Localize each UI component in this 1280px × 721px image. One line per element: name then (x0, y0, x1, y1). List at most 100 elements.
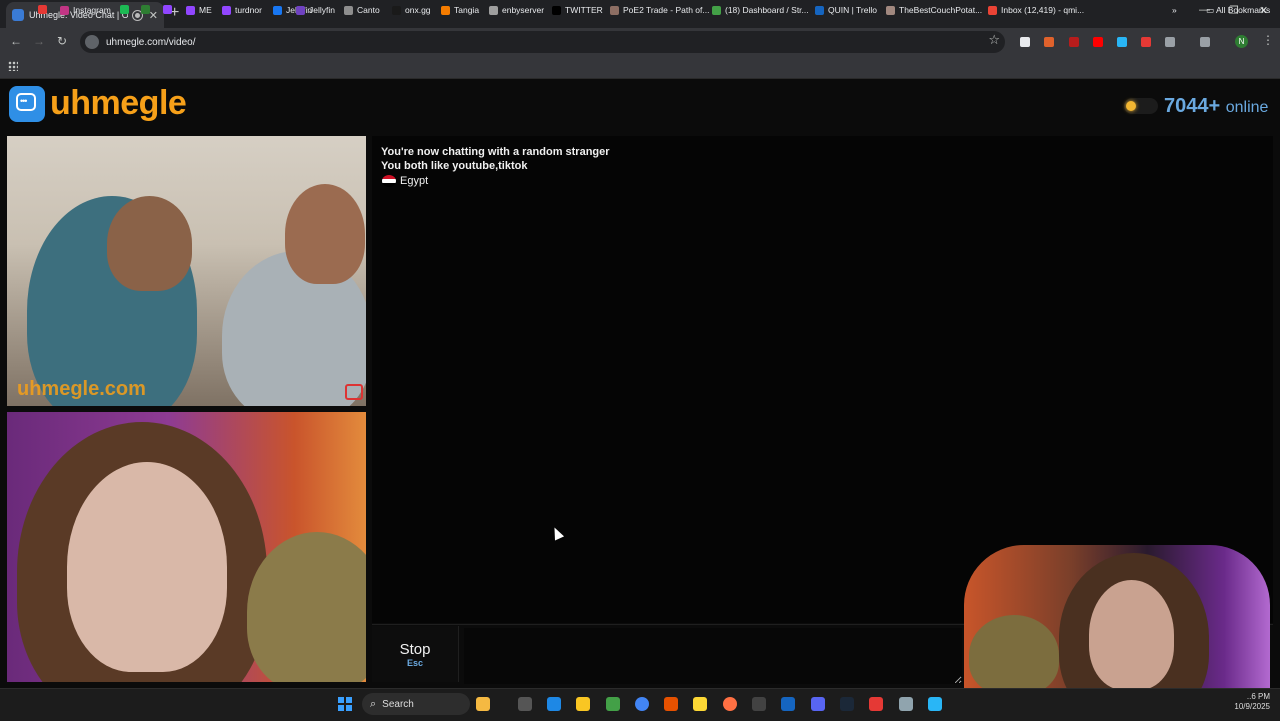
bookmark-item[interactable] (38, 5, 51, 14)
person-left-head (107, 196, 192, 291)
stop-label: Stop (399, 641, 431, 658)
sticky-notes-icon[interactable] (693, 697, 707, 711)
stranger-country: Egypt (400, 175, 429, 187)
extension-red-icon[interactable] (1069, 37, 1079, 47)
bookmark-item[interactable]: enbyserver (489, 5, 544, 15)
bookmark-favicon-icon (441, 5, 450, 15)
person-right-head (285, 184, 365, 284)
app-red-icon[interactable] (869, 697, 883, 711)
message-input[interactable] (464, 628, 962, 684)
site-logo[interactable]: uhmegle (50, 84, 187, 123)
webcam-chair (969, 615, 1059, 688)
bookmark-favicon-icon (163, 5, 172, 14)
bookmark-item[interactable]: Instagram (60, 5, 111, 15)
discord-icon[interactable] (811, 697, 825, 711)
bookmark-item[interactable]: Jellyfin (296, 5, 335, 15)
bookmark-item[interactable]: ME (186, 5, 212, 15)
uhmegle-favicon-icon (12, 9, 24, 21)
bookmark-item[interactable] (141, 5, 154, 14)
extension-tp-icon[interactable] (1141, 37, 1151, 47)
webcam-face (1089, 580, 1174, 688)
bookmark-favicon-icon (489, 5, 498, 15)
egypt-flag-icon (382, 175, 396, 187)
bookmark-label: PoE2 Trade - Path of... (623, 5, 710, 15)
bookmark-label: ME (199, 5, 212, 15)
more-bookmarks-icon[interactable]: » (1172, 5, 1177, 15)
taskbar-search[interactable]: ⌕ Search (362, 693, 470, 715)
media-app-icon[interactable] (606, 697, 620, 711)
bookmark-item[interactable]: PoE2 Trade - Path of... (610, 5, 709, 15)
chrome-icon[interactable] (635, 697, 649, 711)
extension-youtube-icon[interactable] (1093, 37, 1103, 47)
reload-icon[interactable]: ↻ (57, 34, 67, 48)
bookmark-item[interactable]: TWITTER (552, 5, 603, 15)
bookmark-label: Inbox (12,419) - qmi... (1001, 5, 1085, 15)
bookmark-label: TWITTER (565, 5, 603, 15)
bookmark-favicon-icon (186, 5, 195, 15)
sun-icon (1126, 101, 1136, 111)
task-view-icon[interactable] (518, 697, 532, 711)
address-bar[interactable]: uhmegle.com/video/ (80, 31, 1005, 53)
online-count: 7044+ online (1164, 95, 1268, 118)
bookmark-favicon-icon (38, 5, 47, 14)
stop-button[interactable]: Stop Esc (372, 626, 459, 682)
app-orange-icon[interactable] (664, 697, 678, 711)
search-icon: ⌕ (370, 697, 377, 710)
uhmegle-watermark: uhmegle.com (17, 378, 146, 400)
online-number: 7044+ (1164, 95, 1221, 117)
file-explorer-icon[interactable] (576, 697, 590, 711)
site-info-icon[interactable] (85, 35, 99, 49)
bookmark-star-icon[interactable]: ☆ (988, 32, 1000, 48)
back-icon[interactable]: ← (10, 34, 22, 48)
bookmark-favicon-icon (273, 5, 282, 15)
report-flag-icon[interactable] (345, 384, 363, 400)
bookmark-label: (18) Dashboard / Str... (725, 5, 809, 15)
bookmark-item[interactable]: Canto (344, 5, 380, 15)
app-blue-icon[interactable] (781, 697, 795, 711)
bookmark-label: Canto (357, 5, 380, 15)
bookmark-item[interactable]: TheBestCouchPotat... (886, 5, 982, 15)
profile-avatar[interactable]: N (1235, 35, 1248, 48)
extensions-puzzle-icon[interactable] (1165, 37, 1175, 47)
bookmark-item[interactable]: Tangia (441, 5, 479, 15)
browser-menu-icon[interactable]: ⋮ (1262, 33, 1274, 47)
side-panel-icon[interactable] (1200, 37, 1210, 47)
notepad-icon[interactable] (928, 697, 942, 711)
all-bookmarks-button[interactable]: ▭ All Bookmarks (1206, 5, 1270, 16)
bookmark-favicon-icon (222, 5, 231, 15)
bookmark-item[interactable] (120, 5, 133, 14)
taskbar-clock[interactable]: ..6 PM 10/9/2025 (1226, 692, 1270, 712)
bookmark-label: onx.gg (405, 5, 431, 15)
steam-icon[interactable] (840, 697, 854, 711)
chat-bubble-logo-icon[interactable] (9, 86, 45, 122)
bookmark-item[interactable]: QUIN | Trello (815, 5, 877, 15)
widgets-icon[interactable] (476, 697, 490, 711)
windows-start-icon[interactable] (338, 697, 352, 711)
browser-toolbar: ← → ↻ uhmegle.com/video/ ☆ (0, 28, 1280, 56)
bookmark-favicon-icon (610, 5, 619, 15)
bookmark-item[interactable] (163, 5, 176, 14)
obs-icon[interactable] (752, 697, 766, 711)
bookmark-item[interactable]: onx.gg (392, 5, 431, 15)
apps-grid-icon[interactable] (8, 61, 18, 71)
extension-blue-icon[interactable] (1117, 37, 1127, 47)
bookmark-favicon-icon (988, 5, 997, 15)
bookmark-item[interactable]: (18) Dashboard / Str... (712, 5, 809, 15)
bookmark-item[interactable]: turdnor (222, 5, 262, 15)
interests-message: You both like youtube,tiktok (381, 160, 528, 172)
bookmark-item[interactable]: Inbox (12,419) - qmi... (988, 5, 1084, 15)
settings-gear-icon[interactable] (899, 697, 913, 711)
bookmark-favicon-icon (141, 5, 150, 14)
url-text: uhmegle.com/video/ (106, 36, 196, 48)
edge-icon[interactable] (547, 697, 561, 711)
extension-k-icon[interactable] (1020, 37, 1030, 47)
forward-icon[interactable]: → (33, 34, 45, 48)
bookmark-label: enbyserver (502, 5, 545, 15)
stop-shortcut: Esc (406, 658, 423, 668)
bookmark-favicon-icon (886, 5, 895, 15)
extension-fox-icon[interactable] (1044, 37, 1054, 47)
firefox-icon[interactable] (723, 697, 737, 711)
bookmark-favicon-icon (712, 5, 721, 15)
self-video (7, 412, 366, 682)
streamer-webcam-overlay (964, 545, 1270, 688)
